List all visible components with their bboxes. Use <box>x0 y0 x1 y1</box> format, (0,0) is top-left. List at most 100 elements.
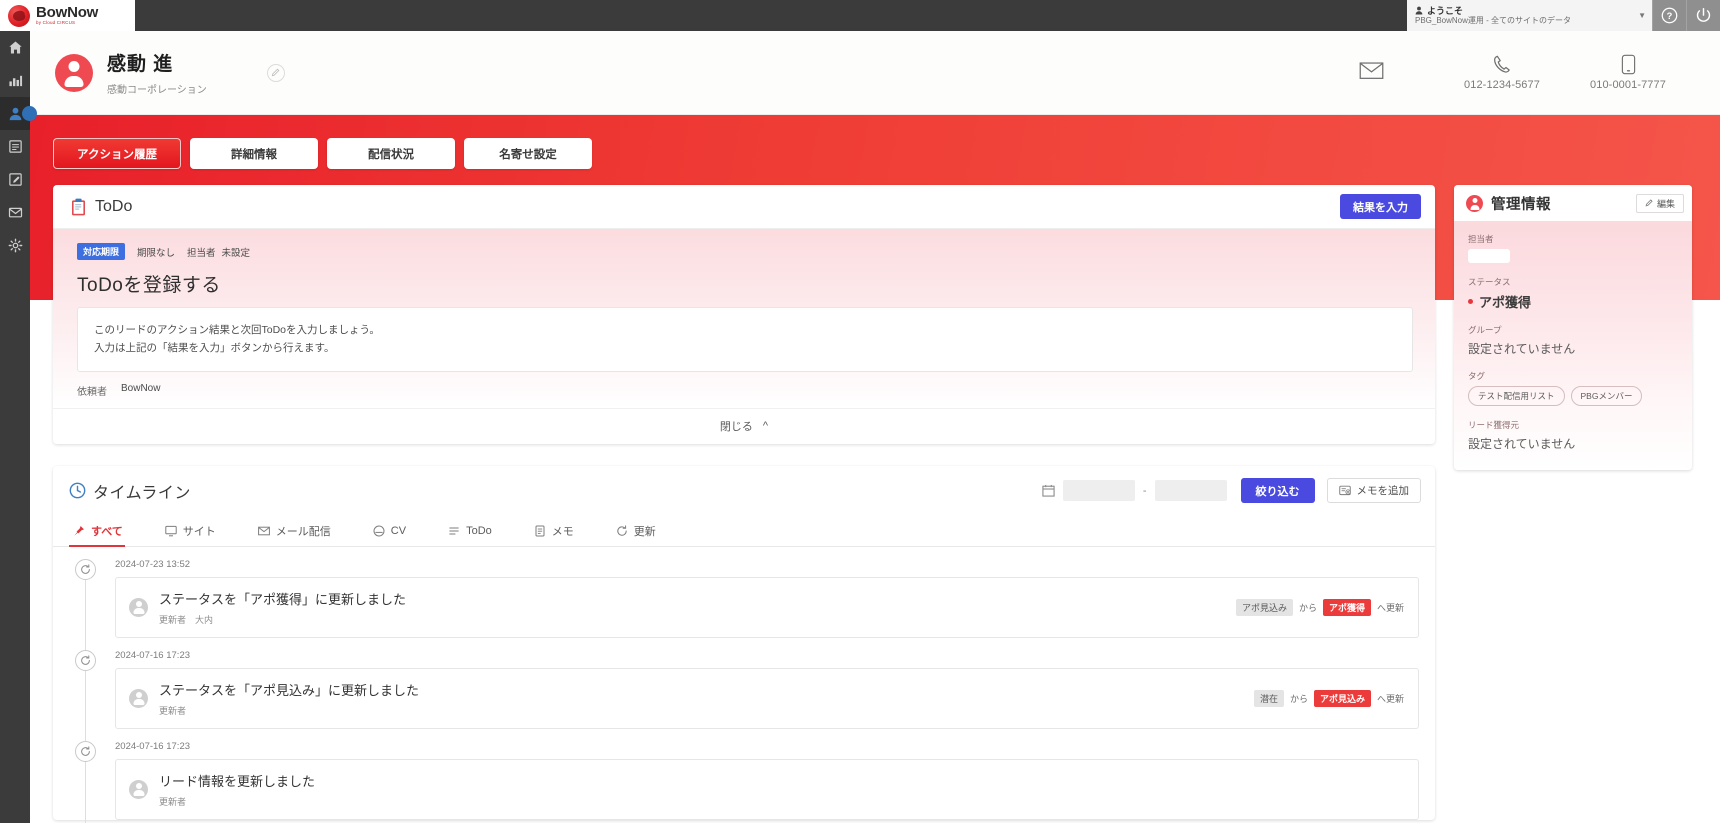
timeline-title: タイムライン <box>93 484 191 502</box>
timeline-tab-memo[interactable]: メモ <box>530 516 590 546</box>
avatar <box>129 597 148 617</box>
status-badge: アポ獲得 <box>1468 292 1678 311</box>
enter-result-label: 結果を入力 <box>1353 201 1408 214</box>
logout-button[interactable] <box>1686 0 1720 31</box>
timeline-entry-box[interactable]: ステータスを「アポ獲得」に更新しました 更新者 大内 アポ見込み から アポ獲得 <box>115 576 1419 638</box>
chevron-down-icon[interactable]: ▼ <box>1628 11 1646 20</box>
date-range-separator: - <box>1142 484 1147 497</box>
timeline-header: タイムライン - 絞り込む メモを追加 <box>53 466 1435 516</box>
contact-mobile[interactable]: 010-0001-7777 <box>1574 54 1682 91</box>
svg-text:?: ? <box>1667 11 1673 21</box>
timeline-node <box>75 558 96 580</box>
left-sidebar <box>0 31 37 823</box>
timeline-node <box>75 740 96 762</box>
status-change: アポ見込み から アポ獲得 へ更新 <box>1235 598 1404 616</box>
timeline-tab-mail-label: メール配信 <box>275 525 331 538</box>
timeline-tab-cv[interactable]: CV <box>369 516 422 546</box>
note-icon <box>535 525 545 537</box>
clock-icon <box>69 482 86 499</box>
timeline-tab-all[interactable]: すべて <box>69 516 139 547</box>
timeline-tab-todo[interactable]: ToDo <box>444 516 508 546</box>
admin-panel-body: 担当者 ステータス アポ獲得 グループ 設定されていません タグ テスト配信用リ… <box>1454 221 1692 470</box>
field-status-value: アポ獲得 <box>1479 295 1532 310</box>
logo-name: BowNow <box>36 4 99 22</box>
todo-deadline-value: 期限なし <box>137 247 176 259</box>
sidebar-item-home[interactable] <box>0 31 30 64</box>
sidebar-item-leads[interactable] <box>0 97 37 130</box>
help-icon: ? <box>1661 7 1678 24</box>
tab-merge-settings[interactable]: 名寄せ設定 <box>464 138 592 169</box>
field-source: リード獲得元 設定されていません <box>1468 419 1678 452</box>
timeline-tab-mail[interactable]: メール配信 <box>254 516 347 546</box>
status-from-word: から <box>1298 602 1317 613</box>
clipboard-icon <box>72 198 85 215</box>
todo-assignee-label: 担当者 <box>187 247 216 259</box>
timeline-entry-message: ステータスを「アポ見込み」に更新しました <box>159 682 420 698</box>
timeline-tab-update[interactable]: 更新 <box>612 516 672 546</box>
avatar <box>129 779 148 799</box>
todo-collapse-button[interactable]: 閉じる ^ <box>53 407 1435 444</box>
refresh-icon <box>617 525 627 536</box>
status-from-word: から <box>1289 693 1308 704</box>
sidebar-item-analytics[interactable] <box>0 64 30 97</box>
lead-company: 感動コーポレーション <box>107 85 207 96</box>
timeline-tab-memo-label: メモ <box>551 525 574 538</box>
refresh-icon <box>81 655 90 665</box>
tab-details[interactable]: 詳細情報 <box>190 138 318 169</box>
date-from-input[interactable] <box>1062 480 1135 502</box>
section-tabs: アクション履歴 詳細情報 配信状況 名寄せ設定 <box>30 115 1720 169</box>
sidebar-item-list[interactable] <box>0 130 30 163</box>
admin-edit-label: 編集 <box>1656 198 1675 209</box>
field-owner-value <box>1468 249 1510 263</box>
todo-requester-label: 依頼者 <box>77 386 107 398</box>
account-switcher[interactable]: ようこそ PBG_BowNow運用 - 全てのサイトのデータ ▼ <box>1407 0 1652 31</box>
timeline-entry-meta: 更新者 大内 <box>159 613 1236 626</box>
avatar <box>129 688 148 708</box>
timeline-entry-box[interactable]: ステータスを「アポ見込み」に更新しました 更新者 潜在 から アポ見込み へ更新 <box>115 667 1419 729</box>
admin-panel-header: 管理情報 編集 <box>1454 185 1692 221</box>
timeline-entry-box[interactable]: リード情報を更新しました 更新者 <box>115 758 1419 820</box>
timeline-tab-site[interactable]: サイト <box>161 516 232 546</box>
todo-card-header: ToDo 結果を入力 <box>53 185 1435 229</box>
admin-edit-button[interactable]: 編集 <box>1635 193 1684 213</box>
timeline-connector <box>85 761 86 823</box>
contact-email[interactable] <box>1316 60 1426 85</box>
tab-action-history[interactable]: アクション履歴 <box>53 138 181 169</box>
updater-label: 更新者 <box>159 705 187 716</box>
tab-delivery-status[interactable]: 配信状況 <box>327 138 455 169</box>
circle-icon <box>373 525 385 537</box>
sidebar-item-mail[interactable] <box>0 196 30 229</box>
tag-item[interactable]: テスト配信用リスト <box>1468 386 1565 406</box>
mail-icon <box>8 207 22 218</box>
todo-card: ToDo 結果を入力 対応期限 期限なし 担当者 未設定 ToDoを登録する こ… <box>53 185 1435 444</box>
timeline-tabs: すべて サイト メール配信 CV ToDo メモ 更新 <box>53 516 1435 547</box>
sidebar-item-settings[interactable] <box>0 229 30 262</box>
contact-tel-value: 012-1234-5677 <box>1464 79 1540 91</box>
account-line: PBG_BowNow運用 - 全てのサイトのデータ <box>1415 16 1572 26</box>
help-button[interactable]: ? <box>1652 0 1686 31</box>
person-icon <box>9 107 21 121</box>
updater-label: 更新者 <box>159 796 187 807</box>
edit-profile-button[interactable] <box>266 63 285 82</box>
field-tags: タグ テスト配信用リスト PBGメンバー <box>1468 370 1678 406</box>
pencil-icon <box>1645 199 1653 207</box>
lead-profile-header: 感動 進 感動コーポレーション 012-1234-5677 010-0001-7… <box>30 31 1720 115</box>
admin-info-panel: 管理情報 編集 担当者 ステータス アポ獲得 グループ 設定されていません タグ… <box>1454 185 1692 470</box>
sidebar-item-compose[interactable] <box>0 163 30 196</box>
filter-button[interactable]: 絞り込む <box>1240 478 1315 504</box>
tab-delivery-status-label: 配信状況 <box>368 148 414 161</box>
date-to-input[interactable] <box>1154 480 1227 502</box>
memo-add-icon <box>1338 485 1351 496</box>
app-logo[interactable]: BowNow by Cloud CIRCUS <box>0 0 135 31</box>
status-from-badge: 潜在 <box>1253 689 1284 707</box>
status-to-badge: アポ見込み <box>1313 689 1371 707</box>
enter-result-button[interactable]: 結果を入力 <box>1340 194 1421 219</box>
envelope-icon <box>1359 62 1383 79</box>
add-memo-button[interactable]: メモを追加 <box>1326 478 1421 504</box>
contact-tel[interactable]: 012-1234-5677 <box>1448 54 1556 91</box>
tag-item[interactable]: PBGメンバー <box>1570 386 1643 406</box>
timeline-entry-time: 2024-07-16 17:23 <box>115 649 191 661</box>
timeline-list: 2024-07-23 13:52 ステータスを「アポ獲得」に更新しました 更新者… <box>53 547 1435 823</box>
field-owner-label: 担当者 <box>1468 234 1494 244</box>
contact-mobile-value: 010-0001-7777 <box>1590 79 1666 91</box>
